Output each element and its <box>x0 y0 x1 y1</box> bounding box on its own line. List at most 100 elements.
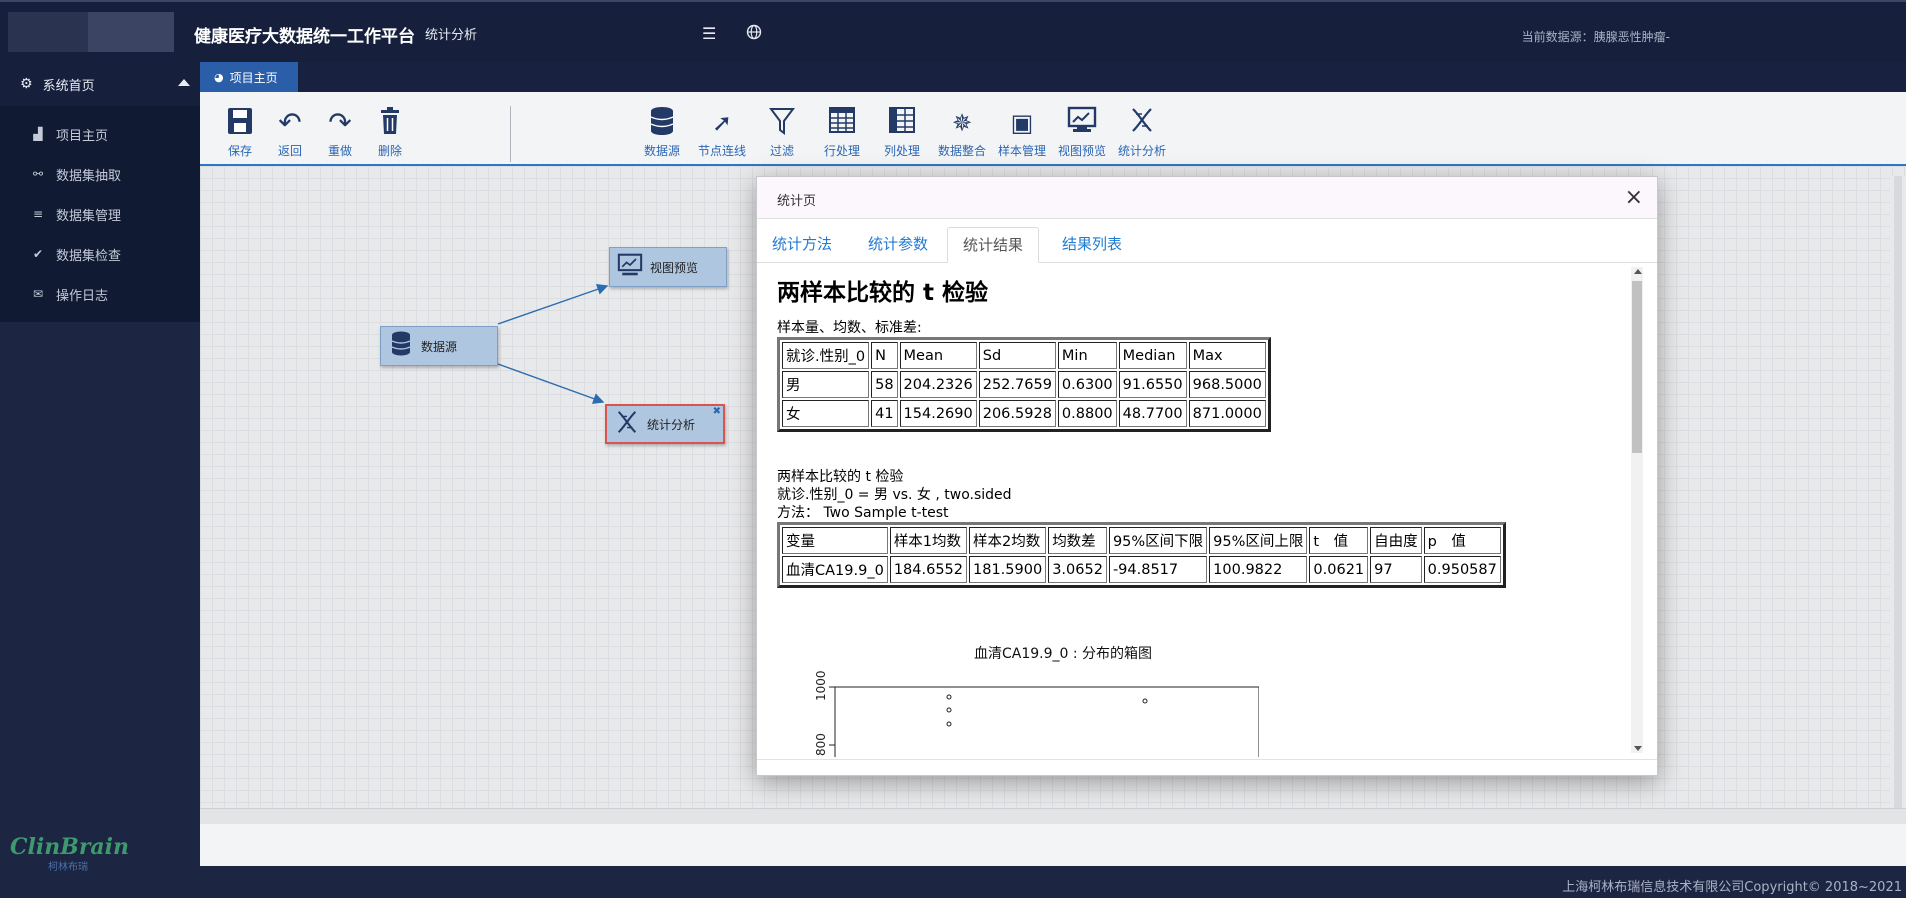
column-process-label: 列处理 <box>883 144 920 158</box>
tab-project-home[interactable]: ◕ 项目主页 <box>200 62 298 92</box>
table-header: 样本2均数 <box>969 527 1047 554</box>
sample-manage-button[interactable]: ▣ 样本管理 <box>990 106 1054 159</box>
tab-stat-params[interactable]: 统计参数 <box>853 227 943 263</box>
view-preview-button[interactable]: 视图预览 <box>1050 106 1114 159</box>
sidebar: ⚙ 系统首页 ▟ 项目主页 ⚯ 数据集抽取 ≡ 数据集管理 ✔ 数据集检查 ✉ … <box>0 62 200 898</box>
tab-bar: ◕ 项目主页 <box>200 62 1906 92</box>
globe-icon[interactable] <box>746 24 762 44</box>
stats-analysis-button[interactable]: 统计分析 <box>1110 106 1174 159</box>
table-cell: 206.5928 <box>978 400 1056 427</box>
modal-title: 统计页 <box>777 194 817 209</box>
brand-logo: ClinBrain 柯林布瑞 <box>10 834 129 873</box>
table-header: N <box>871 342 898 369</box>
app-subtitle: 统计分析 <box>425 28 478 43</box>
table-header: 95%区间上限 <box>1209 527 1308 554</box>
table-header: Mean <box>899 342 977 369</box>
modal-tabs: 统计方法 统计参数 统计结果 结果列表 <box>757 219 1657 263</box>
outlier-point <box>946 707 952 713</box>
table-cell: 968.5000 <box>1188 371 1266 398</box>
close-icon[interactable]: × <box>1625 185 1643 210</box>
table-header-row: 就诊.性别_0 N Mean Sd Min Median Max <box>782 342 1266 369</box>
node-connect-button[interactable]: ➚ 节点连线 <box>690 106 754 159</box>
table-cell: 48.7700 <box>1118 400 1187 427</box>
connector-icon: ➚ <box>711 109 733 137</box>
back-button[interactable]: ↶ 返回 <box>268 106 312 159</box>
sidebar-home[interactable]: ⚙ 系统首页 <box>0 62 200 106</box>
copyright: 上海柯林布瑞信息技术有限公司Copyright© 2018~2021 <box>1562 880 1902 895</box>
brand-name: ClinBrain <box>10 834 130 860</box>
edge-datasource-preview[interactable] <box>497 283 609 325</box>
sidebar-item-operation-log[interactable]: ✉ 操作日志 <box>0 274 200 314</box>
caret-up-icon <box>178 79 190 86</box>
monitor-chart-icon <box>610 253 650 282</box>
table-cell: 0.6300 <box>1057 371 1117 398</box>
toolbar-divider <box>510 106 511 162</box>
column-process-button[interactable]: 列处理 <box>870 106 934 159</box>
node-datasource[interactable]: 数据源 <box>380 326 498 366</box>
save-button[interactable]: 保存 <box>218 106 262 159</box>
top-header: 健康医疗大数据统一工作平台 统计分析 ☰ 当前数据源：胰腺恶性肿瘤- <box>0 0 1906 62</box>
modal-header: 统计页 × <box>757 177 1657 219</box>
monitor-chart-icon <box>1050 106 1114 140</box>
redo-button[interactable]: ↷ 重做 <box>318 106 362 159</box>
database-icon <box>630 106 694 140</box>
results-content: 两样本比较的 t 检验 样本量、均数、标准差: 就诊.性别_0 N Mean S… <box>777 273 1617 588</box>
boxplot-title: 血清CA19.9_0 : 分布的箱图 <box>974 646 1153 662</box>
table-header: Min <box>1057 342 1117 369</box>
table-cell: 871.0000 <box>1188 400 1266 427</box>
app-title: 健康医疗大数据统一工作平台 <box>194 27 415 47</box>
node-stats-analysis[interactable]: 统计分析 ✖ <box>605 404 725 444</box>
desc-label: 样本量、均数、标准差: <box>777 320 922 336</box>
node-close-icon[interactable]: ✖ <box>713 406 721 417</box>
sidebar-item-label: 数据集检查 <box>56 248 122 264</box>
menu-icon[interactable]: ☰ <box>702 24 716 43</box>
redo-label: 重做 <box>327 144 352 158</box>
datasource-button[interactable]: 数据源 <box>630 106 694 159</box>
tab-stat-results[interactable]: 统计结果 <box>947 227 1040 263</box>
sidebar-item-label: 数据集管理 <box>56 208 122 224</box>
results-scrollbar[interactable] <box>1631 267 1643 753</box>
outlier-point <box>946 721 952 727</box>
tab-result-list[interactable]: 结果列表 <box>1047 227 1137 263</box>
canvas-bottom-area <box>200 824 1906 866</box>
table-header: Max <box>1188 342 1266 369</box>
test-title-line: 两样本比较的 t 检验 <box>777 469 904 485</box>
y-tick-label: 1000 <box>814 670 828 701</box>
table-header-row: 变量 样本1均数 样本2均数 均数差 95%区间下限 95%区间上限 t 值 自… <box>782 527 1501 554</box>
scroll-thumb[interactable] <box>1632 281 1642 453</box>
dna-icon <box>607 409 647 440</box>
data-integrate-button[interactable]: ✵ 数据整合 <box>930 106 994 159</box>
sidebar-item-label: 项目主页 <box>56 128 109 144</box>
sidebar-item-dataset-check[interactable]: ✔ 数据集检查 <box>0 234 200 274</box>
delete-button[interactable]: 删除 <box>368 106 412 159</box>
results-pane: 两样本比较的 t 检验 样本量、均数、标准差: 就诊.性别_0 N Mean S… <box>759 263 1655 757</box>
ttest-table: 变量 样本1均数 样本2均数 均数差 95%区间下限 95%区间上限 t 值 自… <box>777 522 1506 588</box>
footer: 上海柯林布瑞信息技术有限公司Copyright© 2018~2021 <box>200 866 1906 898</box>
filter-icon <box>750 106 814 140</box>
scroll-up-icon[interactable] <box>1634 269 1642 274</box>
view-preview-label: 视图预览 <box>1057 144 1106 158</box>
table-cell: 154.2690 <box>899 400 977 427</box>
table-cell: 血清CA19.9_0 <box>782 556 888 583</box>
table-cell: 41 <box>871 400 898 427</box>
row-process-button[interactable]: 行处理 <box>810 106 874 159</box>
table-cell: 0.950587 <box>1423 556 1501 583</box>
sidebar-item-project-home[interactable]: ▟ 项目主页 <box>0 114 200 154</box>
table-header: Median <box>1118 342 1187 369</box>
table-cell: 204.2326 <box>899 371 977 398</box>
node-view-preview[interactable]: 视图预览 <box>609 247 727 287</box>
sidebar-item-dataset-extract[interactable]: ⚯ 数据集抽取 <box>0 154 200 194</box>
delete-label: 删除 <box>377 144 402 158</box>
filter-button[interactable]: 过滤 <box>750 106 814 159</box>
tab-stat-method[interactable]: 统计方法 <box>757 227 847 263</box>
save-icon <box>218 106 262 140</box>
scroll-down-icon[interactable] <box>1634 746 1642 751</box>
canvas-horizontal-scrollbar[interactable] <box>200 808 1906 824</box>
dashboard-icon: ◕ <box>214 70 224 84</box>
test-method-line: 方法： Two Sample t-test <box>777 505 949 521</box>
stats-analysis-label: 统计分析 <box>1117 144 1166 158</box>
edge-datasource-stats[interactable] <box>497 363 605 404</box>
sidebar-item-dataset-manage[interactable]: ≡ 数据集管理 <box>0 194 200 234</box>
canvas-vertical-scrollbar[interactable] <box>1890 176 1906 808</box>
dna-icon <box>1110 106 1174 140</box>
